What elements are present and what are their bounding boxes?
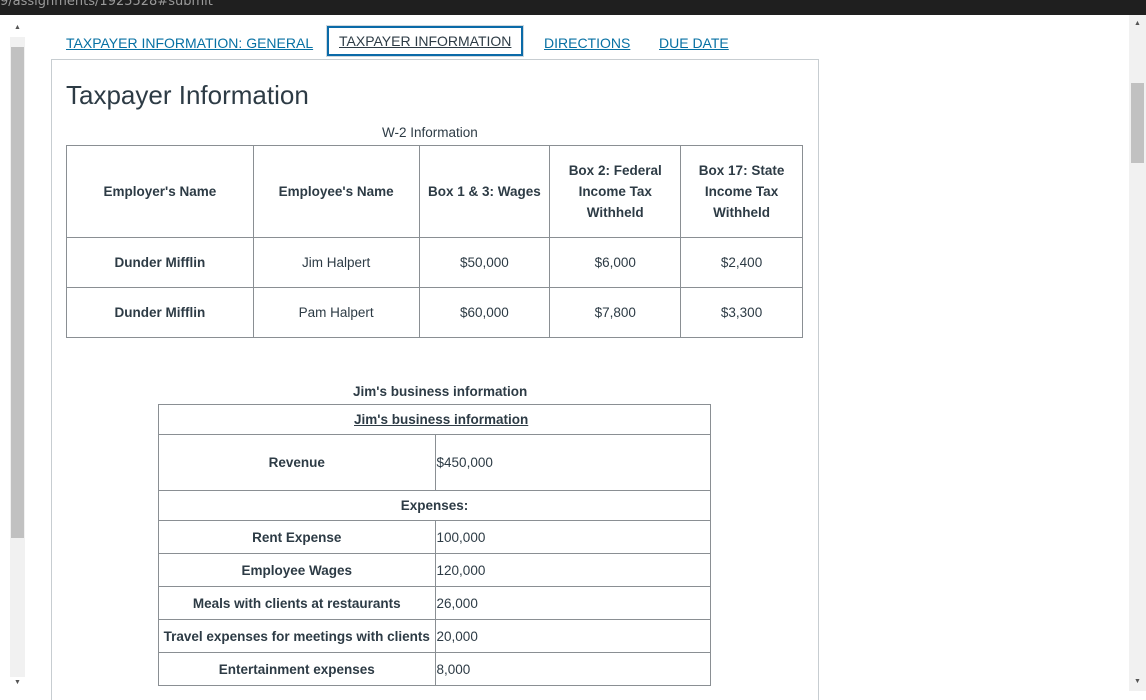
expense-label: Employee Wages [158, 553, 436, 587]
federal-cell: $7,800 [549, 287, 682, 338]
table-row: Meals with clients at restaurants 26,000 [158, 586, 712, 620]
employee-cell: Pam Halpert [252, 287, 420, 338]
expense-label: Entertainment expenses [158, 652, 436, 686]
state-cell: $3,300 [680, 287, 803, 338]
expense-label: Meals with clients at restaurants [158, 586, 436, 620]
expense-value: 8,000 [434, 652, 712, 686]
federal-header-line: Income Tax [578, 184, 652, 199]
revenue-value: $450,000 [434, 434, 712, 491]
federal-header-line: Withheld [586, 205, 644, 220]
state-header-line: Box 17: State [698, 163, 785, 178]
wages-header: Box 1 & 3: Wages [418, 145, 551, 238]
table-row: Entertainment expenses 8,000 [158, 652, 712, 686]
scroll-up-arrow-icon[interactable]: ▲ [10, 21, 25, 35]
page-title: Taxpayer Information [66, 80, 309, 110]
table-row: Expenses: [158, 490, 711, 521]
employer-cell: Dunder Mifflin [66, 287, 254, 338]
tab-taxpayer-information[interactable]: TAXPAYER INFORMATION [327, 26, 524, 56]
state-header-line: Withheld [713, 205, 770, 220]
wages-cell: $50,000 [418, 237, 551, 288]
table-row: Dunder Mifflin Jim Halpert $50,000 $6,00… [66, 237, 803, 288]
left-scrollbar[interactable]: ▲ ▼ [0, 15, 26, 691]
scroll-down-arrow-icon[interactable]: ▼ [10, 676, 25, 690]
employee-cell: Jim Halpert [252, 237, 420, 288]
wages-cell: $60,000 [418, 287, 551, 338]
expense-value: 26,000 [434, 586, 712, 620]
table-row: Travel expenses for meetings with client… [158, 619, 712, 653]
w2-table-caption: W-2 Information [382, 125, 478, 140]
expense-value: 20,000 [434, 619, 712, 653]
state-header-line: Income Tax [704, 184, 779, 199]
employer-cell: Dunder Mifflin [66, 237, 254, 288]
page-scrollbar[interactable]: ▲ ▼ [1129, 15, 1146, 691]
browser-url-bar: 9/assignments/1925528#submit [0, 0, 1146, 15]
url-text: 9/assignments/1925528#submit [0, 0, 213, 9]
business-header-link[interactable]: Jim's business information [354, 412, 528, 427]
business-table-header: Jim's business information [158, 404, 711, 435]
table-row: Dunder Mifflin Pam Halpert $60,000 $7,80… [66, 287, 803, 338]
expense-value: 120,000 [434, 553, 712, 587]
expense-label: Travel expenses for meetings with client… [158, 619, 436, 653]
expense-value: 100,000 [434, 520, 712, 554]
scrollbar-thumb[interactable] [1131, 83, 1144, 163]
employer-name-header: Employer's Name [66, 145, 254, 238]
business-information-table: Jim's business information Revenue $450,… [158, 404, 712, 686]
table-row: Revenue $450,000 [158, 434, 712, 491]
revenue-label: Revenue [158, 434, 436, 491]
tab-taxpayer-information-general[interactable]: TAXPAYER INFORMATION: GENERAL [66, 28, 313, 58]
employee-name-header: Employee's Name [252, 145, 420, 238]
business-table-caption: Jim's business information [353, 384, 528, 399]
tab-due-date[interactable]: DUE DATE [659, 28, 729, 58]
w2-information-table: Employer's Name Employee's Name Box 1 & … [66, 145, 803, 338]
scrollbar-thumb[interactable] [11, 47, 24, 538]
federal-header-line: Box 2: Federal [568, 163, 662, 178]
state-withheld-header: Box 17: State Income Tax Withheld [680, 145, 803, 238]
table-header-row: Employer's Name Employee's Name Box 1 & … [66, 145, 803, 238]
federal-withheld-header: Box 2: Federal Income Tax Withheld [549, 145, 682, 238]
state-cell: $2,400 [680, 237, 803, 288]
tab-directions[interactable]: DIRECTIONS [544, 28, 630, 58]
scroll-down-arrow-icon[interactable]: ▼ [1129, 675, 1146, 689]
table-row: Rent Expense 100,000 [158, 520, 712, 554]
scroll-up-arrow-icon[interactable]: ▲ [1129, 17, 1146, 31]
expenses-heading: Expenses: [158, 490, 711, 521]
expense-label: Rent Expense [158, 520, 436, 554]
federal-cell: $6,000 [549, 237, 682, 288]
table-header-row: Jim's business information [158, 404, 711, 435]
table-row: Employee Wages 120,000 [158, 553, 712, 587]
